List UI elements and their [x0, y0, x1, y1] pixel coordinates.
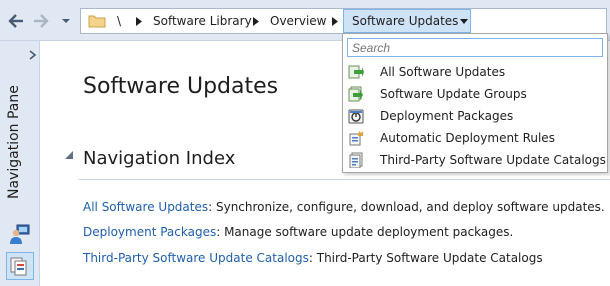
menu-item-automatic-deployment-rules[interactable]: Automatic Deployment Rules [344, 127, 606, 149]
index-description: : Third-Party Software Update Catalogs [308, 251, 543, 265]
breadcrumb: \ Software Library Overview Software Upd… [80, 8, 607, 34]
index-description: : Manage software update deployment pack… [216, 225, 514, 239]
index-link-deployment-packages[interactable]: Deployment Packages [83, 225, 216, 239]
deployment-package-icon [348, 109, 364, 124]
menu-item-software-update-groups[interactable]: Software Update Groups [344, 83, 606, 105]
software-library-icon [10, 257, 27, 276]
menu-item-all-software-updates[interactable]: All Software Updates [344, 61, 606, 83]
menu-search-input[interactable] [347, 38, 603, 57]
breadcrumb-dropdown-menu: All Software Updates Software Update Gro… [342, 33, 608, 173]
breadcrumb-root[interactable]: \ [117, 14, 121, 29]
section-title: Navigation Index [83, 148, 236, 169]
collapse-triangle-icon[interactable] [65, 151, 73, 159]
navigation-pane-label[interactable]: Navigation Pane [6, 79, 22, 199]
index-link-all-software-updates[interactable]: All Software Updates [83, 200, 208, 214]
menu-item-label: Automatic Deployment Rules [380, 131, 555, 145]
assets-workspace-icon[interactable] [9, 223, 31, 245]
index-description: : Synchronize, configure, download, and … [208, 200, 605, 214]
menu-item-third-party-catalogs[interactable]: Third-Party Software Update Catalogs [344, 149, 606, 171]
chevron-down-icon [62, 19, 70, 23]
menu-item-deployment-packages[interactable]: Deployment Packages [344, 105, 606, 127]
index-row: Deployment Packages: Manage software upd… [83, 225, 513, 239]
index-row: All Software Updates: Synchronize, confi… [83, 200, 605, 214]
breadcrumb-overview[interactable]: Overview [270, 14, 327, 29]
breadcrumb-dropdown-button[interactable] [458, 9, 471, 33]
chevron-down-icon [460, 18, 468, 24]
section-divider [79, 179, 610, 180]
forward-button[interactable] [30, 10, 52, 32]
chevron-right-icon[interactable] [253, 17, 259, 26]
folder-icon [88, 15, 106, 28]
update-groups-icon [348, 86, 363, 102]
software-library-workspace-button[interactable] [6, 252, 34, 280]
index-link-third-party-catalogs[interactable]: Third-Party Software Update Catalogs [83, 251, 309, 265]
index-row: Third-Party Software Update Catalogs: Th… [83, 251, 543, 265]
navigation-pane[interactable]: Navigation Pane [0, 41, 40, 286]
page-title: Software Updates [83, 74, 279, 99]
catalog-icon [349, 152, 363, 168]
chevron-right-icon[interactable] [136, 17, 142, 26]
menu-item-label: All Software Updates [380, 65, 506, 79]
menu-item-label: Deployment Packages [380, 109, 514, 123]
forward-arrow-icon [34, 14, 49, 28]
deployment-rules-icon [349, 131, 363, 146]
history-dropdown-button[interactable] [61, 15, 71, 27]
breadcrumb-current-label: Software Updates [352, 14, 459, 28]
menu-item-label: Software Update Groups [380, 87, 527, 101]
software-updates-icon [348, 65, 364, 79]
back-button[interactable] [5, 10, 27, 32]
expand-chevron-icon[interactable] [29, 50, 37, 60]
breadcrumb-current[interactable]: Software Updates [343, 9, 459, 33]
menu-item-label: Third-Party Software Update Catalogs [380, 153, 606, 167]
back-arrow-icon [8, 14, 23, 28]
chevron-right-icon[interactable] [332, 17, 338, 26]
breadcrumb-software-library[interactable]: Software Library [153, 14, 252, 29]
